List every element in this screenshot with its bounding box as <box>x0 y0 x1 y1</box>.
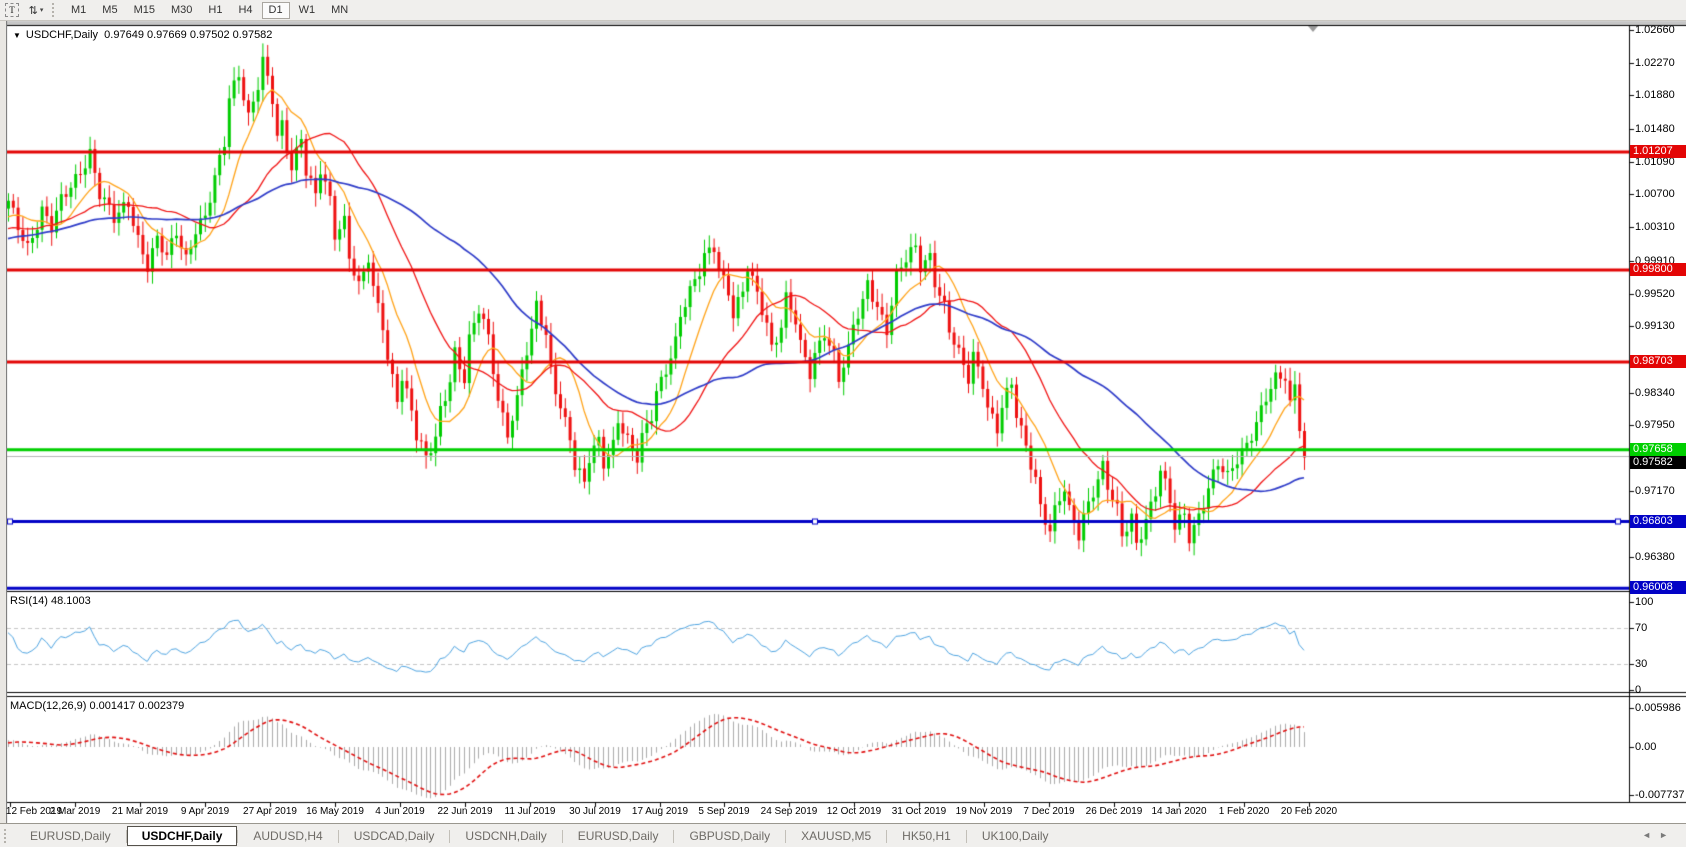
price-chart-canvas[interactable] <box>0 0 1686 847</box>
timeframe-button-h4[interactable]: H4 <box>231 2 259 19</box>
trading-terminal: T ⇅ ▾ M1 M5 M15 M30 H1 H4 D1 W1 MN ▼ USDCHF,Daily… <box>0 0 1686 847</box>
window-left-edge <box>0 20 7 823</box>
tabbar-grip[interactable] <box>4 829 11 843</box>
chart-tab-eurusd-daily[interactable]: EURUSD,Daily <box>15 827 126 845</box>
chart-tab-eurusd-daily[interactable]: EURUSD,Daily <box>563 827 674 845</box>
arrange-charts-button[interactable]: ⇅ ▾ <box>25 1 47 20</box>
chart-tab-uk100-daily[interactable]: UK100,Daily <box>967 827 1064 845</box>
text-tool-icon: T <box>5 3 19 17</box>
timeframe-button-w1[interactable]: W1 <box>292 2 323 19</box>
toolbar-grip[interactable] <box>52 3 59 17</box>
chart-tabs: EURUSD,Daily USDCHF,Daily AUDUSD,H4 USDCAD,… <box>15 826 1064 846</box>
timeframe-button-m15[interactable]: M15 <box>127 2 162 19</box>
arrange-windows-icon: ⇅ <box>28 4 38 17</box>
timeframe-button-m1[interactable]: M1 <box>64 2 93 19</box>
timeframe-button-h1[interactable]: H1 <box>201 2 229 19</box>
chart-tab-hk50-h1[interactable]: HK50,H1 <box>887 827 966 845</box>
timeframe-buttons: M1 M5 M15 M30 H1 H4 D1 W1 MN <box>63 1 356 19</box>
chart-tab-usdcad-daily[interactable]: USDCAD,Daily <box>339 827 450 845</box>
chart-tab-audusd-h4[interactable]: AUDUSD,H4 <box>238 827 337 845</box>
chart-tab-xauusd-m5[interactable]: XAUUSD,M5 <box>786 827 886 845</box>
tab-scroll-right-icon[interactable]: ► <box>1659 830 1676 840</box>
tab-scroll-left-icon[interactable]: ◄ <box>1642 830 1659 840</box>
chart-tab-gbpusd-daily[interactable]: GBPUSD,Daily <box>674 827 785 845</box>
timeframe-button-d1[interactable]: D1 <box>261 1 290 19</box>
chart-tab-usdcnh-daily[interactable]: USDCNH,Daily <box>450 827 561 845</box>
chart-tab-usdchf-daily[interactable]: USDCHF,Daily <box>126 826 238 846</box>
main-toolbar: T ⇅ ▾ M1 M5 M15 M30 H1 H4 D1 W1 MN <box>0 0 1686 21</box>
dropdown-arrow-icon: ▾ <box>39 7 44 14</box>
timeframe-button-m5[interactable]: M5 <box>95 2 124 19</box>
timeframe-button-m30[interactable]: M30 <box>164 2 199 19</box>
tab-scroll-arrows: ◄► <box>1642 830 1676 840</box>
text-tool-button[interactable]: T <box>1 1 23 20</box>
timeframe-button-mn[interactable]: MN <box>324 2 355 19</box>
chart-tab-bar: EURUSD,Daily USDCHF,Daily AUDUSD,H4 USDCAD,… <box>0 823 1686 847</box>
